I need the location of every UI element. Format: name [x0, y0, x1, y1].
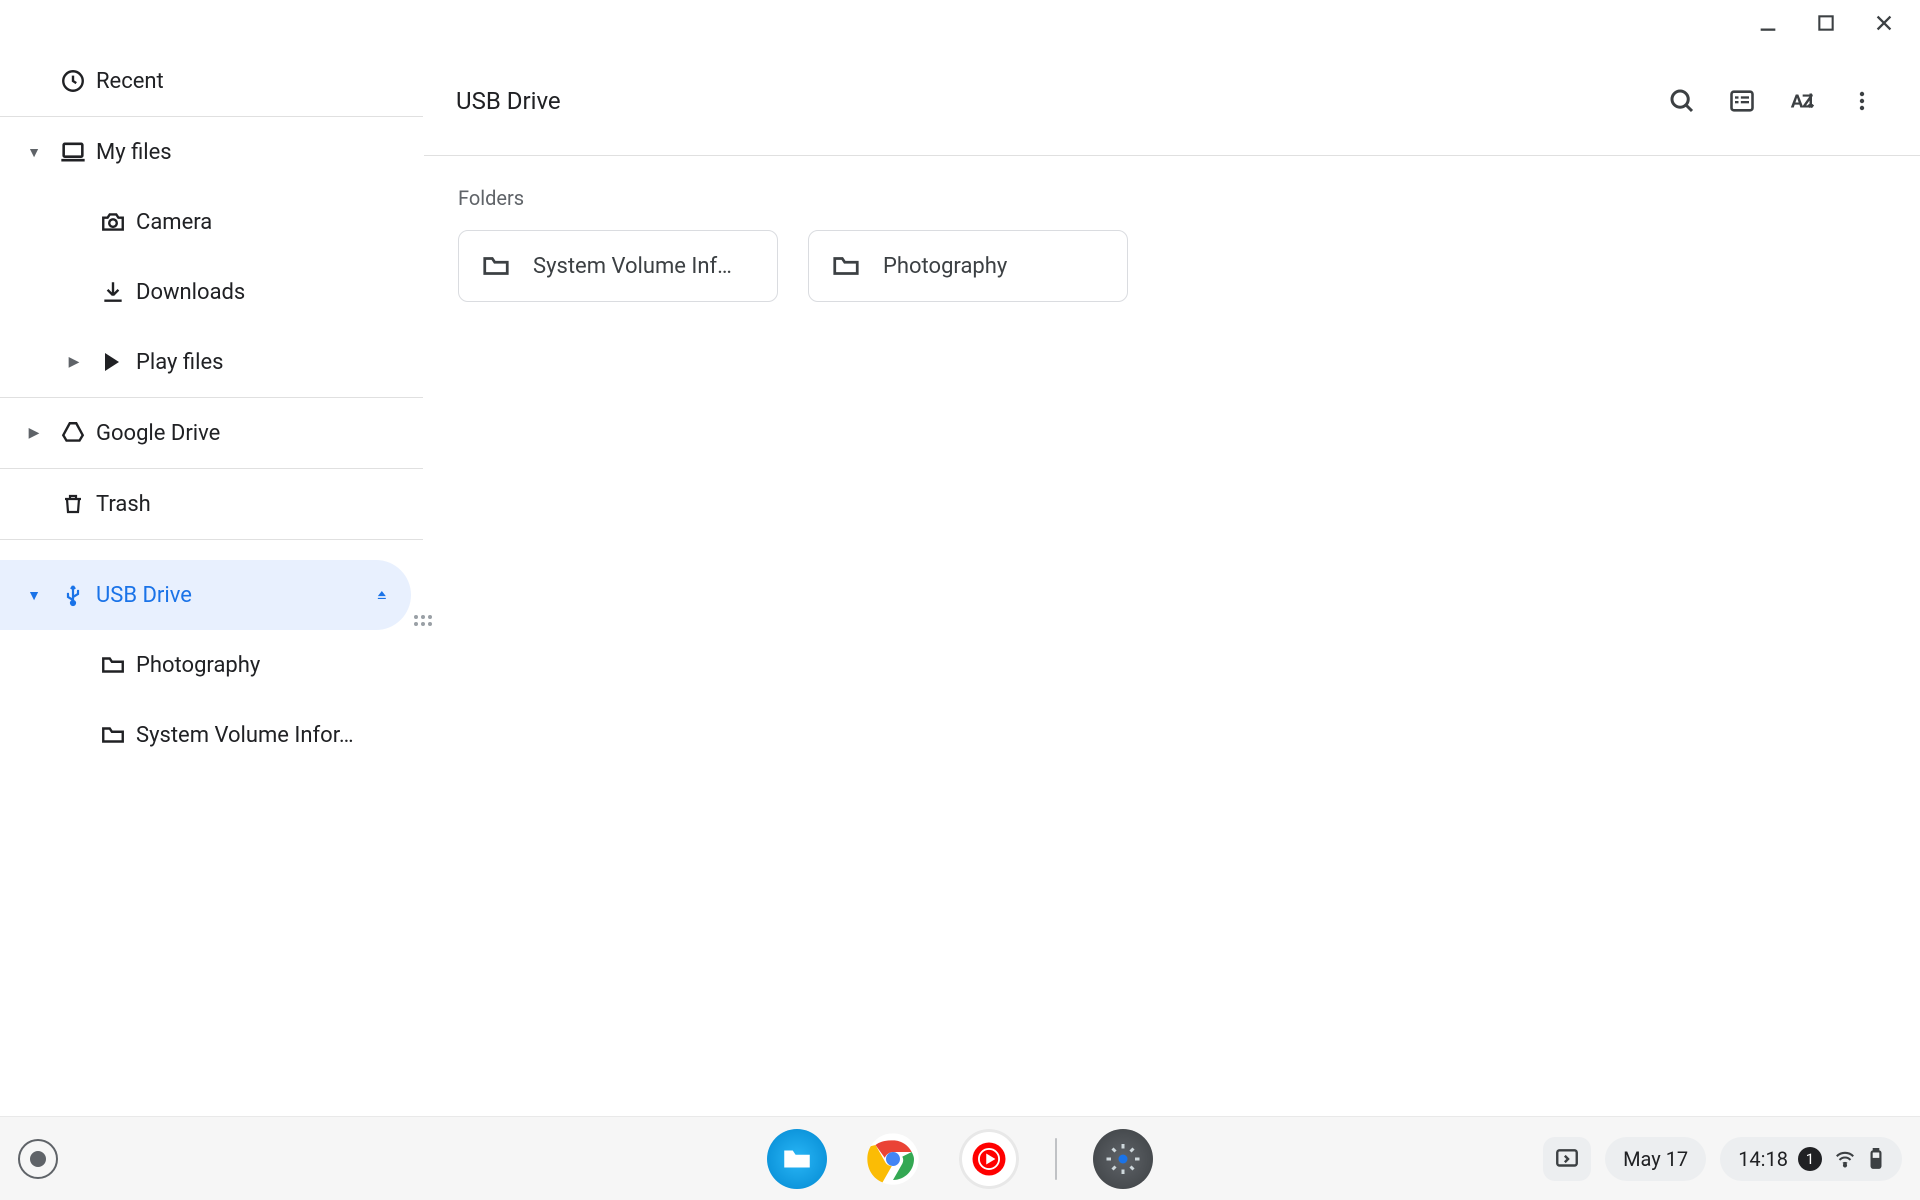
folder-name: Photography	[883, 254, 1105, 279]
shelf-divider	[1055, 1138, 1057, 1180]
drive-icon	[50, 420, 96, 446]
trash-icon	[50, 492, 96, 516]
wifi-icon	[1834, 1148, 1856, 1170]
settings-app-icon[interactable]	[1093, 1129, 1153, 1189]
sidebar-item-downloads[interactable]: Downloads	[0, 257, 423, 327]
youtube-music-app-icon[interactable]	[959, 1129, 1019, 1189]
sidebar-item-usb-drive[interactable]: ▼ USB Drive	[0, 560, 411, 630]
clock-icon	[50, 68, 96, 94]
sidebar-item-label: Photography	[136, 653, 423, 678]
calendar-pill[interactable]: May 17	[1605, 1137, 1706, 1181]
minimize-button[interactable]	[1756, 11, 1780, 35]
folder-icon	[90, 722, 136, 748]
search-button[interactable]	[1652, 71, 1712, 131]
status-tray[interactable]: 14:18 1	[1720, 1137, 1902, 1181]
content-header: USB Drive AZ	[424, 46, 1920, 156]
sidebar-item-label: Recent	[96, 69, 423, 94]
page-title: USB Drive	[456, 87, 561, 115]
folder-icon	[481, 251, 511, 281]
sidebar: Recent ▼ My files Camera Downloads ▶	[0, 46, 424, 1116]
usb-icon	[50, 583, 96, 607]
folder-icon	[831, 251, 861, 281]
close-button[interactable]	[1872, 11, 1896, 35]
notification-count-badge: 1	[1798, 1147, 1822, 1171]
folder-grid: System Volume Inf… Photography	[424, 230, 1920, 302]
sidebar-item-camera[interactable]: Camera	[0, 187, 423, 257]
sidebar-item-label: Downloads	[136, 280, 423, 305]
shelf: May 17 14:18 1	[0, 1116, 1920, 1200]
app-frame: Recent ▼ My files Camera Downloads ▶	[0, 46, 1920, 1116]
download-icon	[90, 279, 136, 305]
quick-settings-toggle[interactable]	[1543, 1137, 1591, 1181]
launcher-button[interactable]	[18, 1139, 58, 1179]
sidebar-item-my-files[interactable]: ▼ My files	[0, 117, 423, 187]
section-label: Folders	[458, 186, 1920, 210]
files-app-icon[interactable]	[767, 1129, 827, 1189]
sort-button[interactable]: AZ	[1772, 71, 1832, 131]
sidebar-item-label: Trash	[96, 492, 423, 517]
shelf-pinned-apps	[767, 1129, 1153, 1189]
sidebar-item-usb-photography[interactable]: Photography	[0, 630, 423, 700]
shelf-status-area: May 17 14:18 1	[1543, 1137, 1902, 1181]
folder-icon	[90, 652, 136, 678]
sidebar-item-label: Google Drive	[96, 421, 423, 446]
content-area: USB Drive AZ Folders System Volume Inf…	[424, 46, 1920, 1116]
folder-name: System Volume Inf…	[533, 254, 755, 279]
chevron-right-icon[interactable]: ▶	[18, 425, 50, 441]
window-controls	[0, 0, 1920, 46]
folder-card[interactable]: Photography	[808, 230, 1128, 302]
eject-button[interactable]	[353, 577, 389, 613]
more-menu-button[interactable]	[1832, 71, 1892, 131]
shelf-date: May 17	[1623, 1147, 1688, 1171]
sidebar-item-recent[interactable]: Recent	[0, 46, 423, 116]
sidebar-item-usb-svi[interactable]: System Volume Infor…	[0, 700, 423, 770]
view-toggle-button[interactable]	[1712, 71, 1772, 131]
play-store-icon	[90, 350, 136, 374]
chevron-down-icon[interactable]: ▼	[18, 587, 50, 604]
maximize-button[interactable]	[1814, 11, 1838, 35]
laptop-icon	[50, 138, 96, 166]
folder-card[interactable]: System Volume Inf…	[458, 230, 778, 302]
camera-icon	[90, 209, 136, 235]
sidebar-item-label: Play files	[136, 350, 423, 375]
chrome-app-icon[interactable]	[863, 1129, 923, 1189]
shelf-time: 14:18	[1738, 1147, 1788, 1171]
sidebar-item-google-drive[interactable]: ▶ Google Drive	[0, 398, 423, 468]
sidebar-item-label: System Volume Infor…	[136, 723, 423, 748]
chevron-down-icon[interactable]: ▼	[18, 144, 50, 161]
sidebar-item-play-files[interactable]: ▶ Play files	[0, 327, 423, 397]
sidebar-item-label: My files	[96, 140, 423, 165]
chevron-right-icon[interactable]: ▶	[58, 354, 90, 370]
sidebar-resize-handle[interactable]	[413, 606, 433, 634]
sidebar-item-label: Camera	[136, 210, 423, 235]
battery-icon	[1868, 1148, 1884, 1170]
